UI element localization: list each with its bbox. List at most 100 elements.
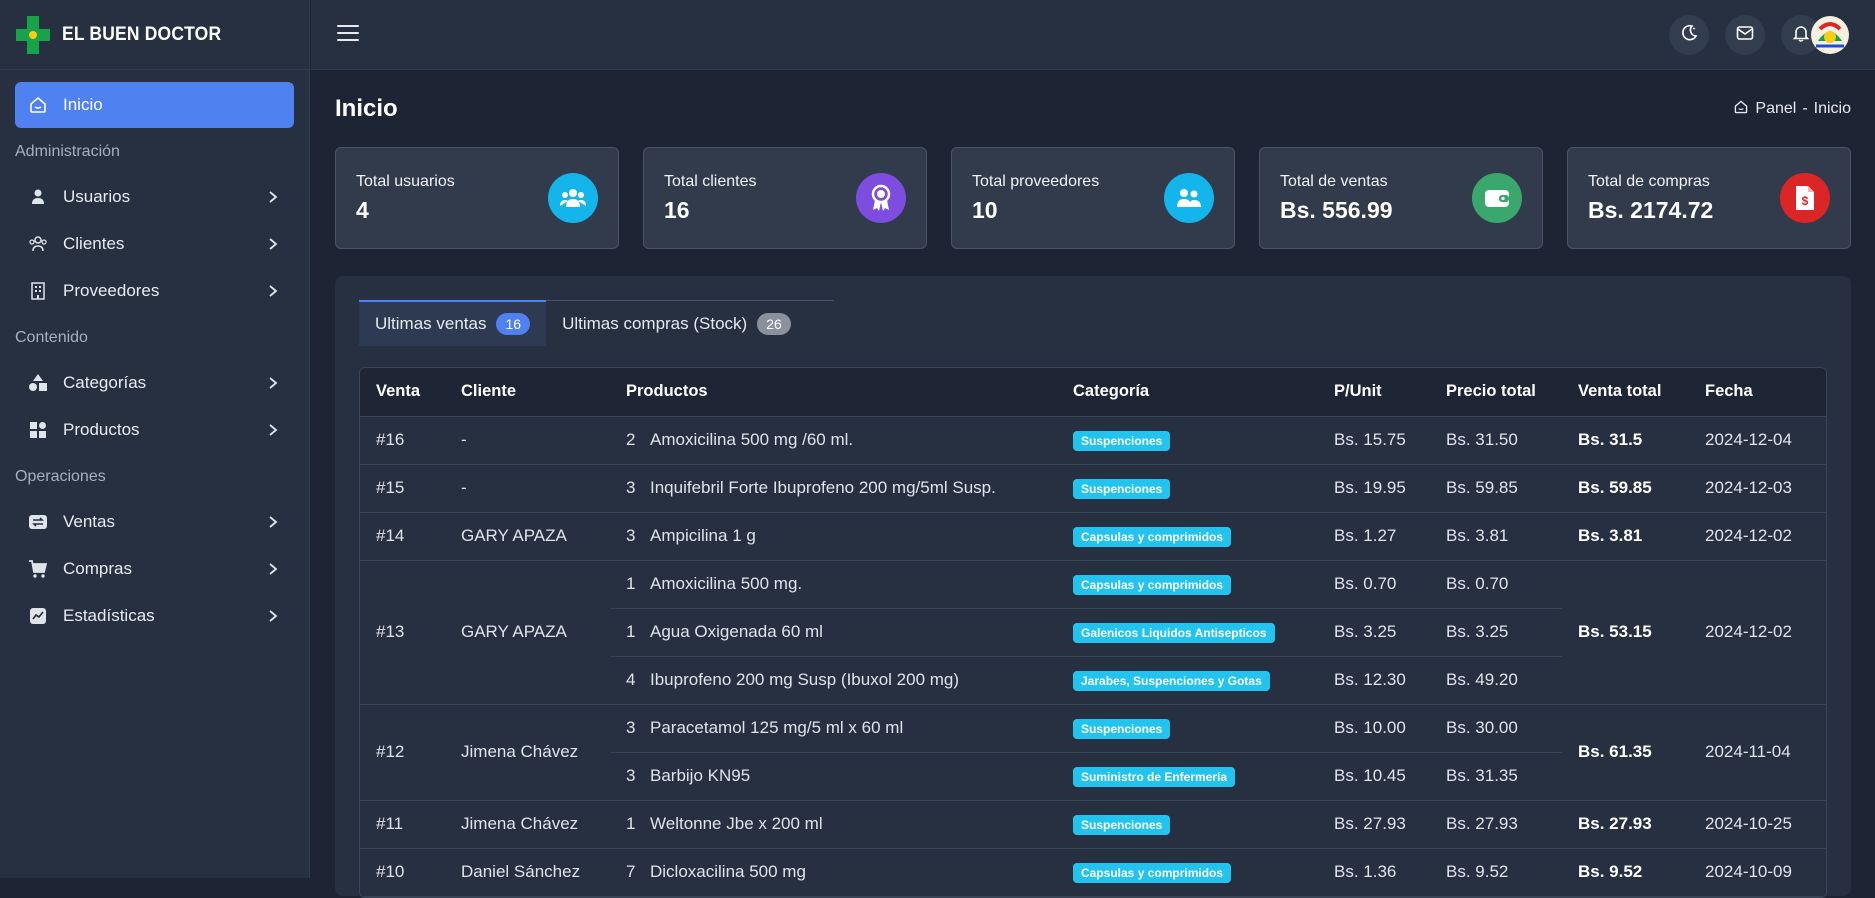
sale-id-cell: #10 <box>360 848 445 896</box>
column-header[interactable]: Fecha <box>1689 368 1826 416</box>
quantity: 1 <box>626 574 650 594</box>
table-row[interactable]: #16-2Amoxicilina 500 mg /60 ml.Suspencio… <box>360 416 1826 464</box>
table-row[interactable]: #14GARY APAZA3Ampicilina 1 gCapsulas y c… <box>360 512 1826 560</box>
menu-toggle-icon[interactable] <box>337 25 359 45</box>
tab-label: Ultimas compras (Stock) <box>562 314 747 334</box>
chart-icon <box>27 605 49 627</box>
category-badge: Capsulas y comprimidos <box>1073 527 1231 547</box>
unit-price-cell: Bs. 0.70 <box>1318 560 1430 608</box>
unit-price-cell: Bs. 10.00 <box>1318 704 1430 752</box>
unit-price-cell: Bs. 12.30 <box>1318 656 1430 704</box>
section-heading-contenido: Contenido <box>15 315 294 360</box>
client-cell: GARY APAZA <box>445 560 610 704</box>
shapes-icon <box>27 372 49 394</box>
page-title: Inicio <box>335 95 398 123</box>
sale-total-cell: Bs. 53.15 <box>1562 560 1689 704</box>
user-avatar[interactable] <box>1810 13 1850 57</box>
sidebar-item-estadisticas[interactable]: Estadísticas <box>15 593 294 639</box>
tabs: Ultimas ventas 16 Ultimas compras (Stock… <box>359 300 834 347</box>
client-cell: Jimena Chávez <box>445 800 610 848</box>
table-row[interactable]: #11Jimena Chávez1Weltonne Jbe x 200 mlSu… <box>360 800 1826 848</box>
total-price-cell: Bs. 0.70 <box>1430 560 1562 608</box>
users-icon <box>548 173 598 223</box>
sale-total-cell: Bs. 27.93 <box>1562 800 1689 848</box>
chevron-right-icon <box>266 237 280 251</box>
sale-total-cell: Bs. 3.81 <box>1562 512 1689 560</box>
quantity: 1 <box>626 814 650 834</box>
product-cell: 1Amoxicilina 500 mg. <box>610 560 1057 608</box>
sidebar-item-usuarios[interactable]: Usuarios <box>15 174 294 220</box>
breadcrumb-home-link[interactable]: Panel <box>1755 100 1796 118</box>
card-value: 10 <box>972 197 1099 224</box>
card-value: Bs. 2174.72 <box>1588 197 1713 224</box>
count-badge: 26 <box>757 313 791 335</box>
brand[interactable]: EL BUEN DOCTOR <box>0 0 309 70</box>
category-badge: Suspenciones <box>1073 431 1170 451</box>
column-header[interactable]: Precio total <box>1430 368 1562 416</box>
client-cell: Jimena Chávez <box>445 704 610 800</box>
column-header[interactable]: Productos <box>610 368 1057 416</box>
table-row[interactable]: #15-3Inquifebril Forte Ibuprofeno 200 mg… <box>360 464 1826 512</box>
client-cell: - <box>445 464 610 512</box>
messages-button[interactable] <box>1725 15 1765 55</box>
sidebar-item-proveedores[interactable]: Proveedores <box>15 268 294 314</box>
sidebar-item-label: Proveedores <box>63 281 266 301</box>
product-name: Amoxicilina 500 mg. <box>650 574 802 593</box>
card-total-clientes: Total clientes16 <box>643 147 927 249</box>
date-cell: 2024-12-02 <box>1689 560 1826 704</box>
product-cell: 1Agua Oxigenada 60 ml <box>610 608 1057 656</box>
date-cell: 2024-12-02 <box>1689 512 1826 560</box>
sales-table-wrapper: Venta Cliente Productos Categoría P/Unit… <box>359 367 1827 898</box>
tab-ultimas-ventas[interactable]: Ultimas ventas 16 <box>359 300 546 346</box>
table-row[interactable]: #12Jimena Chávez3Paracetamol 125 mg/5 ml… <box>360 704 1826 752</box>
sidebar-item-categorias[interactable]: Categorías <box>15 360 294 406</box>
table-row[interactable]: #10Daniel Sánchez7Dicloxacilina 500 mgCa… <box>360 848 1826 896</box>
section-heading-administracion: Administración <box>15 129 294 174</box>
user-icon <box>27 186 49 208</box>
tab-label: Ultimas ventas <box>375 314 486 334</box>
invoice-icon: $ <box>1780 173 1830 223</box>
total-price-cell: Bs. 9.52 <box>1430 848 1562 896</box>
count-badge: 16 <box>496 313 530 335</box>
sidebar-item-label: Ventas <box>63 512 266 532</box>
product-cell: 3Paracetamol 125 mg/5 ml x 60 ml <box>610 704 1057 752</box>
table-row[interactable]: #13GARY APAZA1Amoxicilina 500 mg.Capsula… <box>360 560 1826 608</box>
column-header[interactable]: P/Unit <box>1318 368 1430 416</box>
cart-icon <box>27 558 49 580</box>
category-cell: Suspenciones <box>1057 704 1318 752</box>
card-value: Bs. 556.99 <box>1280 197 1393 224</box>
card-total-compras: Total de comprasBs. 2174.72 $ <box>1567 147 1851 249</box>
table-body: #16-2Amoxicilina 500 mg /60 ml.Suspencio… <box>360 416 1826 896</box>
quantity: 3 <box>626 766 650 786</box>
tab-ultimas-compras[interactable]: Ultimas compras (Stock) 26 <box>546 301 807 347</box>
sidebar-item-ventas[interactable]: Ventas <box>15 499 294 545</box>
quantity: 3 <box>626 718 650 738</box>
category-badge: Suspenciones <box>1073 815 1170 835</box>
date-cell: 2024-10-09 <box>1689 848 1826 896</box>
unit-price-cell: Bs. 1.27 <box>1318 512 1430 560</box>
unit-price-cell: Bs. 10.45 <box>1318 752 1430 800</box>
breadcrumb-current: Inicio <box>1814 100 1851 118</box>
column-header[interactable]: Cliente <box>445 368 610 416</box>
sidebar-item-compras[interactable]: Compras <box>15 546 294 592</box>
section-heading-operaciones: Operaciones <box>15 454 294 499</box>
breadcrumb-separator: - <box>1802 100 1807 118</box>
product-name: Inquifebril Forte Ibuprofeno 200 mg/5ml … <box>650 478 996 497</box>
theme-toggle-button[interactable] <box>1669 15 1709 55</box>
total-price-cell: Bs. 31.50 <box>1430 416 1562 464</box>
product-name: Dicloxacilina 500 mg <box>650 862 806 881</box>
column-header[interactable]: Venta total <box>1562 368 1689 416</box>
brand-name: EL BUEN DOCTOR <box>62 24 221 46</box>
product-cell: 7Dicloxacilina 500 mg <box>610 848 1057 896</box>
sale-total-cell: Bs. 61.35 <box>1562 704 1689 800</box>
sidebar-item-inicio[interactable]: Inicio <box>15 82 294 128</box>
people-icon <box>1164 173 1214 223</box>
sidebar-item-clientes[interactable]: Clientes <box>15 221 294 267</box>
category-cell: Suspenciones <box>1057 800 1318 848</box>
sale-id-cell: #11 <box>360 800 445 848</box>
column-header[interactable]: Categoría <box>1057 368 1318 416</box>
column-header[interactable]: Venta <box>360 368 445 416</box>
bell-icon <box>1792 24 1810 47</box>
sidebar-item-productos[interactable]: Productos <box>15 407 294 453</box>
quantity: 1 <box>626 622 650 642</box>
